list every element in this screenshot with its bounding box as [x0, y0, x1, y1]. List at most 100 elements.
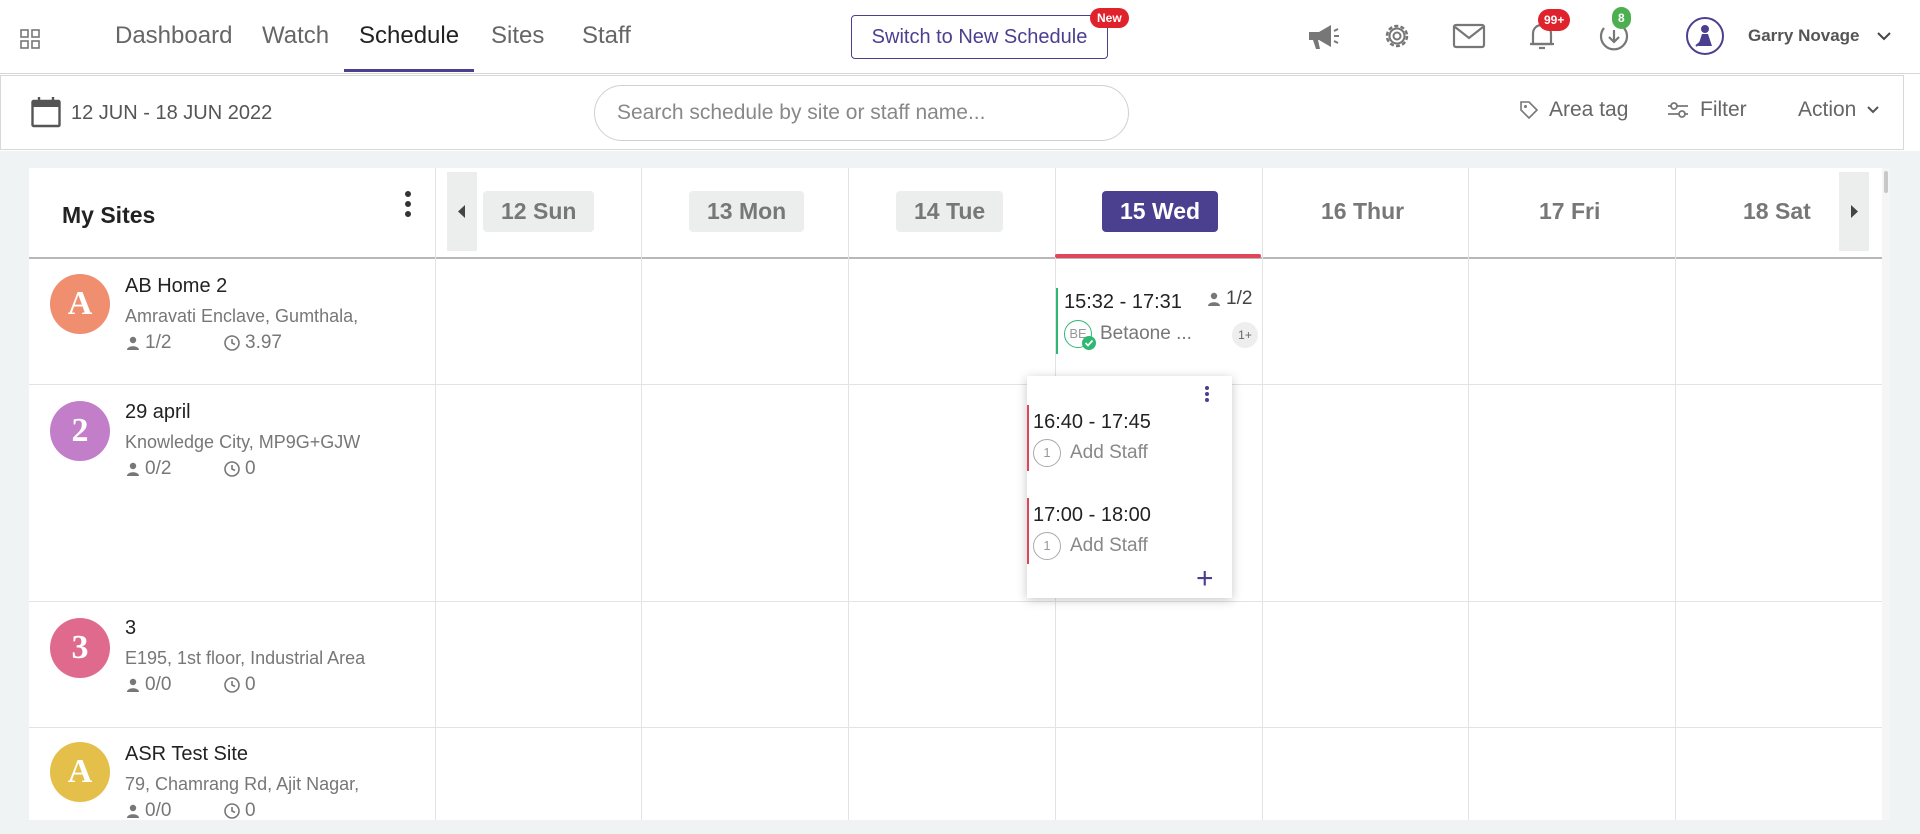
staff-count: 0/2: [145, 458, 172, 479]
scrollbar-thumb[interactable]: [1884, 171, 1888, 193]
hours-count: 3.97: [245, 332, 282, 353]
caret-right-icon: [1851, 205, 1858, 218]
site-avatar[interactable]: A: [50, 274, 110, 334]
area-tag-label: Area tag: [1549, 98, 1629, 121]
clock-icon: [224, 803, 240, 819]
new-badge: New: [1090, 8, 1129, 28]
calendar-icon[interactable]: [31, 96, 61, 128]
site-avatar[interactable]: 2: [50, 401, 110, 461]
tab-schedule[interactable]: Schedule: [359, 0, 459, 72]
site-staff-stat: 1/2: [125, 332, 171, 354]
site-row: A ASR Test Site 79, Chamrang Rd, Ajit Na…: [29, 728, 1882, 820]
clock-icon: [224, 461, 240, 477]
hours-count: 0: [245, 458, 256, 479]
site-name[interactable]: ASR Test Site: [125, 743, 248, 766]
site-staff-stat: 0/0: [125, 674, 171, 696]
site-address: E195, 1st floor, Industrial Area: [125, 648, 366, 668]
site-hours-stat: 3.97: [223, 332, 282, 354]
day-header-12-sun[interactable]: 12 Sun: [483, 191, 595, 232]
next-week-button[interactable]: [1839, 172, 1869, 251]
vertical-scrollbar[interactable]: [1882, 168, 1890, 820]
site-name[interactable]: AB Home 2: [125, 275, 227, 298]
gear-icon[interactable]: [1379, 18, 1415, 54]
tag-icon: [1520, 101, 1539, 120]
person-icon: [1208, 292, 1220, 306]
site-hours-stat: 0: [223, 458, 256, 480]
check-icon: [1082, 336, 1096, 350]
site-address: Knowledge City, MP9G+GJW: [125, 432, 361, 452]
schedule-area: My Sites 12 Sun 13 Mon 14 Tue 15 Wed 16 …: [0, 151, 1920, 834]
shift-time[interactable]: 17:00 - 18:00: [1033, 504, 1151, 527]
site-row: A AB Home 2 Amravati Enclave, Gumthala, …: [29, 260, 1882, 385]
day-header-14-tue[interactable]: 14 Tue: [896, 191, 1004, 232]
user-name[interactable]: Garry Novage: [1748, 26, 1860, 46]
shift-staff-count: 1/2: [1206, 288, 1252, 310]
staff-name[interactable]: Betaone ...: [1100, 323, 1192, 345]
clock-icon: [224, 335, 240, 351]
site-row: 3 3 E195, 1st floor, Industrial Area 0/0…: [29, 602, 1882, 728]
action-dropdown[interactable]: Action: [1798, 98, 1880, 122]
filter-button[interactable]: Filter: [1666, 98, 1747, 122]
open-slot-count: 1: [1033, 439, 1061, 467]
filter-sliders-icon: [1668, 102, 1688, 118]
kebab-menu-icon[interactable]: [1203, 385, 1211, 403]
site-hours-stat: 0: [223, 674, 256, 696]
day-header-13-mon[interactable]: 13 Mon: [689, 191, 805, 232]
chevron-down-icon: [1867, 106, 1880, 114]
more-staff-badge[interactable]: 1+: [1232, 322, 1258, 348]
schedule-toolbar: 12 JUN - 18 JUN 2022 Area tag Filter Act…: [0, 75, 1904, 150]
downloads-count-badge: 8: [1612, 7, 1631, 29]
person-icon: [127, 462, 139, 476]
shift-card[interactable]: 15:32 - 17:31 1/2 BE Betaone ... 1+: [1056, 266, 1260, 374]
day-header-18-sat[interactable]: 18 Sat: [1725, 191, 1829, 232]
chevron-down-icon[interactable]: [1876, 30, 1892, 42]
site-staff-stat: 0/0: [125, 800, 171, 820]
clock-icon: [224, 677, 240, 693]
site-name[interactable]: 29 april: [125, 401, 191, 424]
area-tag-button[interactable]: Area tag: [1519, 98, 1628, 122]
filter-label: Filter: [1700, 98, 1747, 121]
site-row: 2 29 april Knowledge City, MP9G+GJW 0/2 …: [29, 385, 1882, 602]
add-staff-link[interactable]: Add Staff: [1070, 535, 1148, 557]
tab-watch[interactable]: Watch: [262, 0, 329, 72]
shift-time[interactable]: 16:40 - 17:45: [1033, 411, 1151, 434]
site-staff-stat: 0/2: [125, 458, 171, 480]
prev-week-button[interactable]: [447, 172, 477, 251]
mail-icon[interactable]: [1451, 18, 1487, 54]
shift-popup: 16:40 - 17:45 1 Add Staff 17:00 - 18:00 …: [1027, 376, 1232, 598]
shift-time: 15:32 - 17:31: [1064, 291, 1182, 313]
add-staff-link[interactable]: Add Staff: [1070, 442, 1148, 464]
person-icon: [127, 804, 139, 818]
staff-count: 0/0: [145, 674, 172, 695]
tab-sites[interactable]: Sites: [491, 0, 544, 72]
hours-count: 0: [245, 800, 256, 820]
apps-grid-icon[interactable]: [20, 29, 40, 49]
user-avatar-icon[interactable]: [1686, 17, 1724, 55]
day-header-15-wed[interactable]: 15 Wed: [1102, 191, 1219, 232]
shift-status-bar: [1027, 498, 1029, 564]
switch-new-schedule-button[interactable]: Switch to New Schedule: [851, 15, 1108, 59]
site-avatar[interactable]: A: [50, 742, 110, 802]
top-nav: Dashboard Watch Schedule Sites Staff Swi…: [0, 0, 1920, 74]
tab-staff[interactable]: Staff: [582, 0, 631, 72]
site-name[interactable]: 3: [125, 617, 136, 640]
kebab-menu-icon[interactable]: [404, 190, 412, 218]
open-slot-count: 1: [1033, 532, 1061, 560]
hours-count: 0: [245, 674, 256, 695]
megaphone-icon[interactable]: [1305, 18, 1341, 54]
staff-count: 1/2: [145, 332, 172, 353]
day-header-16-thur[interactable]: 16 Thur: [1303, 191, 1422, 232]
schedule-search-input[interactable]: [594, 85, 1129, 141]
day-header-17-fri[interactable]: 17 Fri: [1521, 191, 1618, 232]
site-avatar[interactable]: 3: [50, 618, 110, 678]
site-address: Amravati Enclave, Gumthala,: [125, 306, 359, 326]
schedule-grid: My Sites 12 Sun 13 Mon 14 Tue 15 Wed 16 …: [29, 168, 1882, 820]
notifications-count-badge: 99+: [1538, 9, 1571, 31]
add-shift-button[interactable]: +: [1196, 564, 1214, 594]
tab-dashboard[interactable]: Dashboard: [115, 0, 232, 72]
site-hours-stat: 0: [223, 800, 256, 820]
date-range-label[interactable]: 12 JUN - 18 JUN 2022: [71, 102, 272, 125]
action-label: Action: [1798, 98, 1857, 121]
caret-left-icon: [458, 205, 465, 218]
shift-staff-count-text: 1/2: [1226, 288, 1253, 309]
